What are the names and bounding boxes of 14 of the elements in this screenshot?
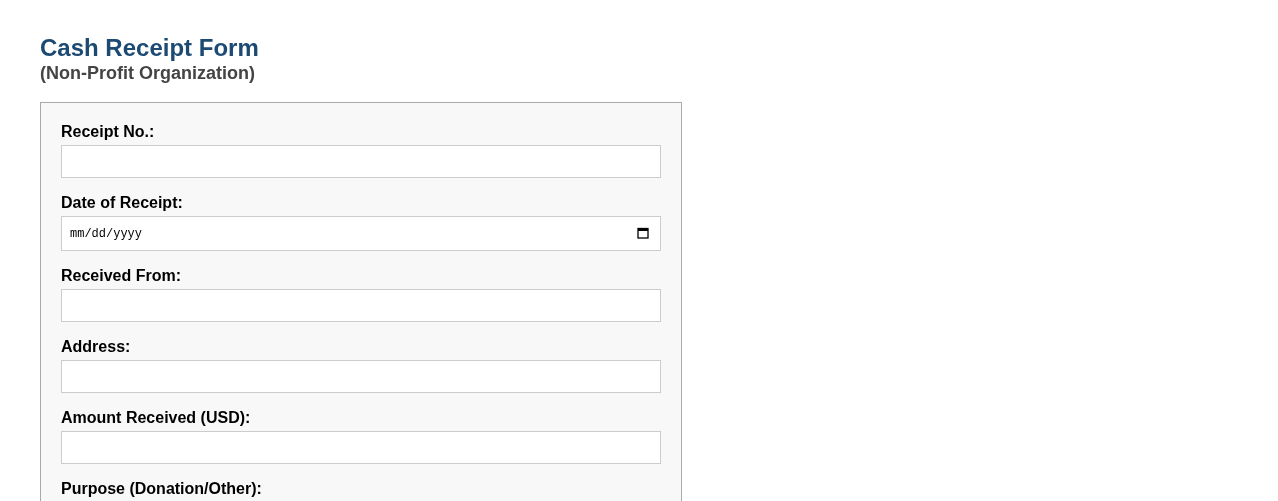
date-field[interactable]: mm/dd/yyyy [61, 216, 661, 251]
field-label: Amount Received (USD): [61, 408, 252, 428]
field-label: Receipt No.: [61, 122, 156, 142]
field-label: Address: [61, 337, 132, 357]
field-label: Date of Receipt: [61, 193, 184, 213]
input-field[interactable] [61, 145, 661, 178]
form-title: Cash Receipt Form [40, 34, 260, 62]
input-field[interactable] [61, 431, 661, 464]
calendar-icon[interactable] [637, 227, 649, 239]
field-label: Received From: [61, 266, 183, 286]
input-field[interactable] [61, 289, 661, 322]
field-label: Purpose (Donation/Other): [61, 479, 263, 499]
form-subtitle: (Non-Profit Organization) [40, 62, 256, 84]
input-field[interactable] [61, 360, 661, 393]
